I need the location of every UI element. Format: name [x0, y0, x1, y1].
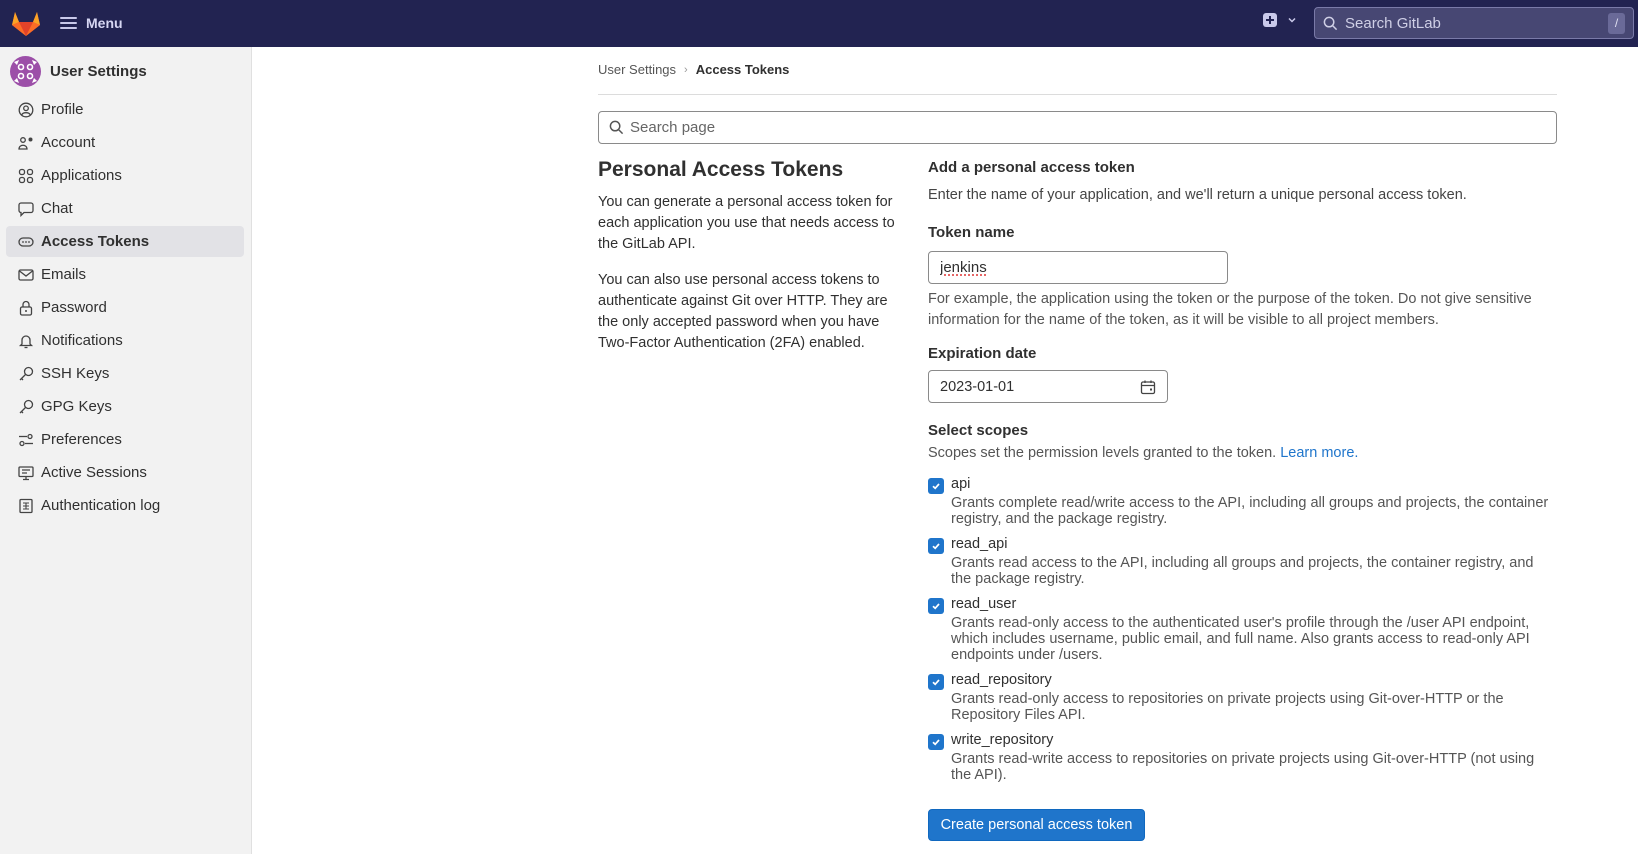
expiration-date-input[interactable]: 2023-01-01: [928, 370, 1168, 403]
account-icon: [17, 134, 34, 151]
token-icon: [17, 233, 34, 250]
scope-api-checkbox[interactable]: [928, 478, 944, 494]
new-item-dropdown[interactable]: [1263, 13, 1297, 27]
scope-api-description: Grants complete read/write access to the…: [951, 495, 1549, 527]
key-icon: [17, 365, 34, 382]
scopes-label: Select scopes: [928, 422, 1029, 439]
page-search-input[interactable]: [630, 119, 1556, 136]
expiration-date-label: Expiration date: [928, 345, 1037, 362]
monitor-icon: [17, 464, 34, 481]
scope-write-repository-description: Grants read-write access to repositories…: [951, 751, 1535, 783]
intro-paragraph-2: You can also use personal access tokens …: [598, 272, 888, 351]
scope-api-label: api: [951, 476, 971, 492]
scope-read-repository-description: Grants read-only access to repositories …: [951, 691, 1504, 723]
sidebar-item-chat[interactable]: Chat: [6, 193, 244, 224]
log-icon: [17, 497, 34, 514]
sidebar-item-applications[interactable]: Applications: [6, 160, 244, 191]
intro-section: Personal Access Tokens You can generate …: [598, 158, 898, 369]
learn-more-link[interactable]: Learn more.: [1280, 445, 1358, 461]
sidebar-item-access-tokens[interactable]: Access Tokens: [6, 226, 244, 257]
check-icon: [932, 483, 940, 490]
expiration-date-value: 2023-01-01: [940, 378, 1015, 395]
preferences-icon: [17, 431, 34, 448]
form-description: Enter the name of your application, and …: [928, 187, 1467, 203]
scopes-description-row: Scopes set the permission levels granted…: [928, 443, 1568, 464]
breadcrumb-user-settings[interactable]: User Settings: [598, 62, 676, 77]
hamburger-icon: [60, 17, 77, 29]
sidebar-item-emails[interactable]: Emails: [6, 259, 244, 290]
user-avatar: [10, 56, 41, 87]
form-heading: Add a personal access token: [928, 159, 1135, 176]
token-name-help: For example, the application using the t…: [928, 291, 1532, 328]
sidebar-item-password[interactable]: Password: [6, 292, 244, 323]
token-name-label: Token name: [928, 224, 1015, 241]
key-icon: [17, 398, 34, 415]
scope-read-user-checkbox[interactable]: [928, 598, 944, 614]
sidebar-item-notifications[interactable]: Notifications: [6, 325, 244, 356]
sidebar-item-authentication-log[interactable]: Authentication log: [6, 490, 244, 521]
sidebar-header[interactable]: User Settings: [10, 56, 147, 87]
search-icon: [609, 120, 624, 135]
sidebar-item-account[interactable]: Account: [6, 127, 244, 158]
profile-icon: [17, 101, 34, 118]
scope-read-api-label: read_api: [951, 536, 1008, 552]
global-search-placeholder: Search GitLab: [1345, 14, 1441, 32]
sidebar-item-preferences[interactable]: Preferences: [6, 424, 244, 455]
scope-write-repository-checkbox[interactable]: [928, 734, 944, 750]
token-name-input[interactable]: [928, 251, 1228, 284]
scope-read-repository-label: read_repository: [951, 672, 1052, 688]
sidebar: User Settings Profile Account Applicatio…: [0, 47, 252, 854]
scope-write-repository-label: write_repository: [951, 732, 1054, 748]
top-navbar: Menu Search GitLab /: [0, 0, 1638, 47]
sidebar-item-gpg-keys[interactable]: GPG Keys: [6, 391, 244, 422]
page-search[interactable]: [598, 111, 1557, 144]
page-title: Personal Access Tokens: [598, 158, 844, 181]
intro-paragraph-1: You can generate a personal access token…: [598, 194, 895, 252]
lock-icon: [17, 299, 34, 316]
breadcrumb: User Settings › Access Tokens: [598, 62, 789, 77]
breadcrumb-separator-icon: ›: [684, 63, 688, 76]
scope-read-repository-checkbox[interactable]: [928, 674, 944, 690]
sidebar-title: User Settings: [50, 63, 147, 80]
sidebar-item-profile[interactable]: Profile: [6, 94, 244, 125]
sidebar-item-ssh-keys[interactable]: SSH Keys: [6, 358, 244, 389]
bell-icon: [17, 332, 34, 349]
menu-label: Menu: [86, 15, 123, 31]
mail-icon: [17, 266, 34, 283]
scope-read-user-description: Grants read-only access to the authentic…: [951, 615, 1530, 663]
check-icon: [932, 679, 940, 686]
divider: [598, 94, 1557, 95]
search-icon: [1323, 16, 1338, 30]
scope-read-user-label: read_user: [951, 596, 1017, 612]
menu-button[interactable]: Menu: [60, 12, 123, 34]
breadcrumb-current[interactable]: Access Tokens: [696, 62, 790, 77]
check-icon: [932, 543, 940, 550]
global-search[interactable]: Search GitLab /: [1314, 7, 1634, 39]
check-icon: [932, 739, 940, 746]
applications-icon: [17, 167, 34, 184]
scope-read-api-description: Grants read access to the API, including…: [951, 555, 1534, 587]
scopes-description: Scopes set the permission levels granted…: [928, 445, 1277, 461]
scope-read-api-checkbox[interactable]: [928, 538, 944, 554]
plus-square-icon: [1263, 13, 1277, 27]
chevron-down-icon: [1288, 17, 1296, 23]
search-shortcut-badge: /: [1608, 12, 1625, 34]
gitlab-logo-icon[interactable]: [11, 9, 41, 37]
sidebar-item-active-sessions[interactable]: Active Sessions: [6, 457, 244, 488]
create-token-button[interactable]: Create personal access token: [928, 809, 1145, 841]
calendar-icon[interactable]: [1140, 379, 1156, 395]
chat-icon: [17, 200, 34, 217]
check-icon: [932, 603, 940, 610]
